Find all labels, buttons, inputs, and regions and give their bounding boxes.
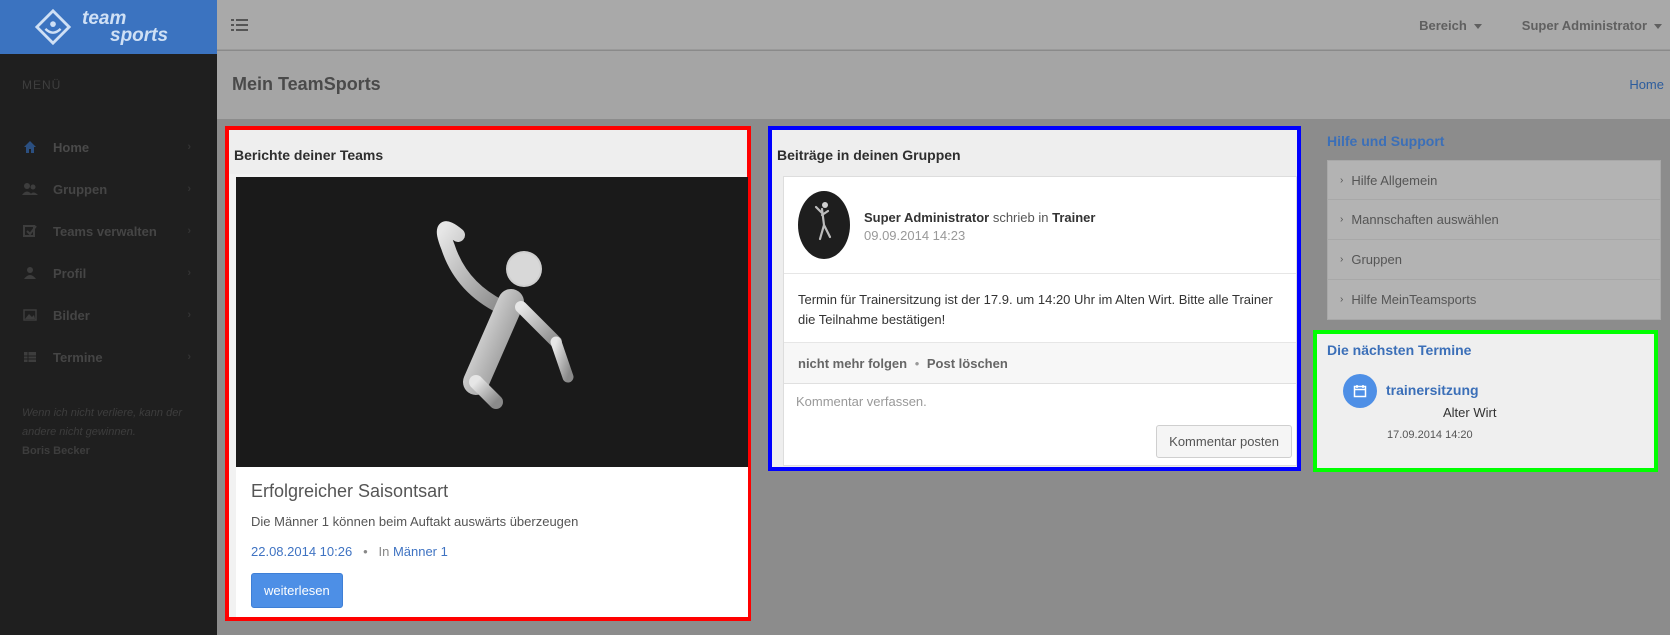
user-icon bbox=[22, 265, 38, 281]
caret-down-icon bbox=[1654, 23, 1662, 29]
handball-player-image bbox=[389, 221, 574, 409]
avatar[interactable] bbox=[798, 191, 850, 259]
checkbox-icon bbox=[22, 223, 38, 239]
help-item-label: Gruppen bbox=[1351, 252, 1402, 267]
help-list: › Hilfe Allgemein › Mannschaften auswählen… bbox=[1327, 160, 1661, 320]
delete-post-link[interactable]: Post löschen bbox=[927, 356, 1008, 371]
sidebar-item-label: Termine bbox=[53, 349, 103, 365]
report-date[interactable]: 22.08.2014 10:26 bbox=[251, 544, 352, 559]
read-more-button[interactable]: weiterlesen bbox=[251, 573, 343, 608]
action-separator: • bbox=[914, 356, 920, 371]
sidebar-item-label: Profil bbox=[53, 265, 87, 281]
chevron-right-icon: › bbox=[187, 183, 191, 195]
chevron-right-icon: › bbox=[187, 309, 191, 321]
logo-text: team sports bbox=[78, 9, 169, 46]
report-body: Erfolgreicher Saisontsart Die Männer 1 k… bbox=[236, 467, 748, 617]
events-panel: Die nächsten Termine trainersitzung Alte… bbox=[1313, 330, 1658, 472]
sidebar-item-gruppen[interactable]: Gruppen › bbox=[0, 168, 217, 210]
help-title: Hilfe und Support bbox=[1327, 133, 1445, 149]
chevron-right-icon: › bbox=[1340, 174, 1344, 186]
logo-icon bbox=[34, 8, 72, 46]
user-dropdown-label: Super Administrator bbox=[1521, 17, 1647, 33]
menu-toggle-icon[interactable] bbox=[231, 17, 249, 33]
post-group[interactable]: Trainer bbox=[1052, 210, 1095, 225]
top-right-menu: Bereich Super Administrator bbox=[1419, 0, 1670, 50]
post-header: Super Administrator schrieb in Trainer 0… bbox=[784, 177, 1296, 274]
meta-separator: • bbox=[363, 544, 368, 559]
area-dropdown[interactable]: Bereich bbox=[1419, 18, 1482, 33]
comment-input[interactable]: Kommentar verfassen. Kommentar posten bbox=[784, 384, 1296, 466]
help-item-allgemein[interactable]: › Hilfe Allgemein bbox=[1327, 160, 1661, 200]
help-item-meinteamsports[interactable]: › Hilfe MeinTeamsports bbox=[1327, 280, 1661, 320]
chevron-right-icon: › bbox=[1340, 254, 1344, 265]
image-icon bbox=[22, 307, 38, 323]
sidebar-item-bilder[interactable]: Bilder › bbox=[0, 294, 217, 336]
menu-title: MENÜ bbox=[22, 78, 62, 92]
sidebar-item-home[interactable]: Home › bbox=[0, 126, 217, 168]
chevron-right-icon: › bbox=[187, 225, 191, 237]
events-title: Die nächsten Termine bbox=[1327, 342, 1472, 358]
sidebar-item-profil[interactable]: Profil › bbox=[0, 252, 217, 294]
post-timestamp: 09.09.2014 14:23 bbox=[864, 228, 966, 243]
help-item-mannschaften[interactable]: › Mannschaften auswählen bbox=[1327, 200, 1661, 240]
help-item-label: Hilfe MeinTeamsports bbox=[1351, 292, 1477, 307]
post-text: Termin für Trainersitzung ist der 17.9. … bbox=[784, 274, 1296, 343]
chevron-right-icon: › bbox=[1340, 294, 1344, 305]
page-header: Mein TeamSports Home bbox=[217, 51, 1670, 119]
brand-logo[interactable]: team sports bbox=[0, 0, 217, 54]
posts-panel: Beiträge in deinen Gruppen Super Adminis… bbox=[768, 126, 1301, 471]
top-bar: Bereich Super Administrator bbox=[217, 0, 1670, 50]
quote-author: Boris Becker bbox=[22, 445, 90, 457]
post-author[interactable]: Super Administrator bbox=[864, 210, 989, 225]
logo-line2: sports bbox=[110, 25, 169, 46]
sidebar-item-label: Home bbox=[53, 139, 90, 155]
users-icon bbox=[22, 181, 38, 197]
unfollow-link[interactable]: nicht mehr folgen bbox=[798, 356, 907, 371]
breadcrumb-home[interactable]: Home bbox=[1629, 77, 1664, 92]
event-date: 17.09.2014 14:20 bbox=[1387, 429, 1473, 441]
help-item-gruppen[interactable]: › Gruppen bbox=[1327, 240, 1661, 280]
user-dropdown[interactable]: Super Administrator bbox=[1522, 18, 1662, 33]
chevron-right-icon: › bbox=[187, 351, 191, 363]
report-meta: 22.08.2014 10:26 • In Männer 1 bbox=[251, 544, 733, 559]
event-name-link[interactable]: trainersitzung bbox=[1386, 382, 1479, 398]
help-item-label: Hilfe Allgemein bbox=[1351, 172, 1438, 188]
report-title[interactable]: Erfolgreicher Saisontsart bbox=[251, 481, 733, 502]
wrote-in-label: schrieb in bbox=[992, 210, 1049, 225]
sidebar-item-teams-verwalten[interactable]: Teams verwalten › bbox=[0, 210, 217, 252]
chevron-right-icon: › bbox=[187, 267, 191, 279]
in-label: In bbox=[378, 544, 390, 559]
area-dropdown-label: Bereich bbox=[1419, 17, 1467, 33]
posts-heading: Beiträge in deinen Gruppen bbox=[772, 130, 1297, 174]
post-comment-button[interactable]: Kommentar posten bbox=[1156, 425, 1292, 458]
comment-placeholder: Kommentar verfassen. bbox=[796, 394, 927, 409]
home-icon bbox=[22, 139, 38, 155]
sidebar-item-label: Bilder bbox=[53, 307, 90, 323]
reports-panel: Berichte deiner Teams Erfolgreicher Sais… bbox=[225, 126, 751, 621]
calendar-icon bbox=[1343, 374, 1377, 408]
post-actions: nicht mehr folgen • Post löschen bbox=[784, 343, 1296, 384]
reports-heading: Berichte deiner Teams bbox=[229, 130, 747, 174]
event-place: Alter Wirt bbox=[1443, 405, 1497, 420]
quote-text: Wenn ich nicht verliere, kann der andere… bbox=[22, 407, 182, 438]
sidebar-item-termine[interactable]: Termine › bbox=[0, 336, 217, 378]
sidebar-item-label: Teams verwalten bbox=[53, 223, 157, 239]
report-subtitle: Die Männer 1 können beim Auftakt auswärt… bbox=[251, 514, 579, 529]
caret-down-icon bbox=[1473, 23, 1482, 29]
sidebar-item-label: Gruppen bbox=[53, 181, 108, 197]
sidebar: team sports MENÜ Home › Gruppen › Teams … bbox=[0, 0, 217, 635]
avatar-player-icon bbox=[814, 202, 832, 241]
post-author-line: Super Administrator schrieb in Trainer bbox=[864, 210, 1095, 225]
page-title: Mein TeamSports bbox=[232, 74, 381, 94]
post-card: Super Administrator schrieb in Trainer 0… bbox=[783, 176, 1297, 466]
report-image[interactable] bbox=[236, 177, 748, 467]
help-item-label: Mannschaften auswählen bbox=[1351, 212, 1499, 227]
chevron-right-icon: › bbox=[187, 141, 191, 153]
report-team-link[interactable]: Männer 1 bbox=[393, 544, 448, 559]
chevron-right-icon: › bbox=[1340, 214, 1344, 225]
table-icon bbox=[22, 349, 38, 365]
sidebar-quote: Wenn ich nicht verliere, kann der andere… bbox=[0, 378, 217, 461]
